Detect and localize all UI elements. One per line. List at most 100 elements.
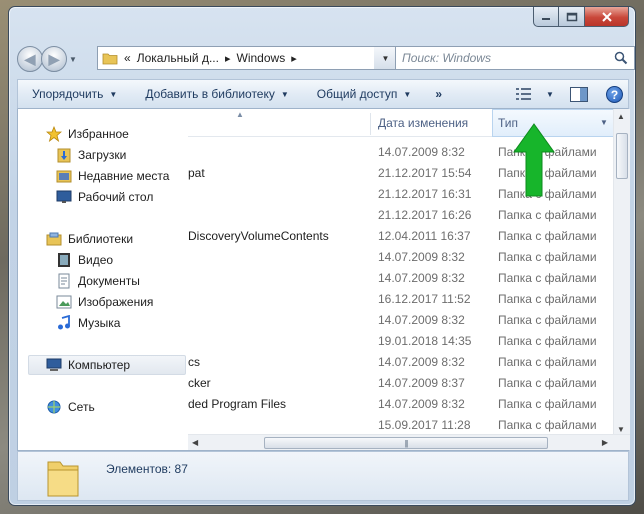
address-prefix[interactable]: «: [124, 51, 131, 65]
minimize-button[interactable]: [533, 7, 559, 27]
navigation-pane: Избранное Загрузки Недавние места Рабочи…: [18, 109, 188, 450]
large-folder-icon: [47, 461, 79, 497]
help-button[interactable]: ?: [606, 86, 623, 103]
caption-buttons: [533, 7, 629, 27]
history-dropdown[interactable]: ▼: [69, 55, 79, 64]
table-row[interactable]: 16.12.2017 11:52 Папка с файлами: [188, 289, 630, 310]
file-name: cker: [188, 376, 211, 390]
details-view-icon: [516, 88, 531, 100]
table-row[interactable]: 21.12.2017 16:26 Папка с файлами: [188, 205, 630, 226]
add-to-library-menu[interactable]: Добавить в библиотеку ▼: [145, 87, 288, 101]
close-icon: [601, 11, 612, 22]
search-input[interactable]: Поиск: Windows: [395, 46, 635, 70]
search-placeholder: Поиск: Windows: [402, 51, 491, 65]
table-row[interactable]: 21.12.2017 16:31 Папка с файлами: [188, 184, 630, 205]
organize-label: Упорядочить: [32, 87, 104, 101]
file-type: Папка с файлами: [498, 292, 597, 306]
file-date: 14.07.2009 8:32: [378, 355, 465, 369]
organize-menu[interactable]: Упорядочить ▼: [32, 87, 117, 101]
table-row[interactable]: ded Program Files 14.07.2009 8:32 Папка с …: [188, 394, 630, 415]
table-row[interactable]: 15.09.2017 11:28 Папка с файлами: [188, 415, 630, 436]
nav-recent-places[interactable]: Недавние места: [56, 168, 169, 184]
nav-pictures-label: Изображения: [78, 295, 154, 309]
maximize-button[interactable]: [559, 7, 585, 27]
preview-pane-icon[interactable]: [570, 87, 588, 102]
nav-desktop[interactable]: Рабочий стол: [56, 189, 153, 205]
items-count: Элементов: 87: [106, 462, 188, 476]
sort-indicator-icon: ▲: [236, 110, 244, 119]
file-type: Папка с файлами: [498, 229, 597, 243]
table-row[interactable]: 14.07.2009 8:32Папка с файлами: [188, 142, 630, 163]
breadcrumb-chevron-icon[interactable]: ▸: [225, 52, 231, 65]
nav-computer[interactable]: Компьютер: [46, 357, 130, 373]
file-date: 14.07.2009 8:32: [378, 313, 465, 327]
scroll-left-icon[interactable]: ◀: [192, 438, 198, 447]
search-icon[interactable]: [614, 51, 628, 65]
more-commands-button[interactable]: »: [435, 87, 442, 101]
file-list: ▲ Дата изменения Тип ▼ Р 14.07.2009 8:32…: [188, 109, 630, 450]
libraries-icon: [46, 231, 62, 247]
file-name: pat: [188, 166, 205, 180]
navigation-row: ◀ ▶ ▼ « Локальный д... ▸ Windows ▸ ▼ Пои…: [17, 45, 635, 73]
change-view-button[interactable]: ▼: [516, 87, 554, 101]
breadcrumb-local-disk[interactable]: Локальный д...: [137, 51, 219, 65]
scroll-up-icon[interactable]: ▲: [617, 112, 625, 121]
column-filter-dropdown-icon[interactable]: ▼: [600, 118, 608, 127]
nav-documents-label: Документы: [78, 274, 140, 288]
column-date-modified[interactable]: Дата изменения: [378, 116, 468, 130]
table-row[interactable]: cker 14.07.2009 8:37 Папка с файлами: [188, 373, 630, 394]
nav-downloads[interactable]: Загрузки: [56, 147, 126, 163]
close-button[interactable]: [585, 7, 629, 27]
chevron-down-icon: ▼: [280, 89, 289, 99]
horizontal-scrollbar[interactable]: ◀ ||| ▶: [188, 434, 630, 450]
breadcrumb-chevron-icon[interactable]: ▸: [291, 52, 297, 65]
nav-video[interactable]: Видео: [56, 252, 113, 268]
file-date: 21.12.2017 15:54: [378, 166, 472, 180]
table-row[interactable]: 14.07.2009 8:32 Папка с файлами: [188, 247, 630, 268]
vertical-scroll-thumb[interactable]: [616, 133, 628, 179]
column-divider[interactable]: [370, 113, 371, 135]
file-date: 14.07.2009 8:32: [378, 250, 465, 264]
nav-network-label: Сеть: [68, 400, 95, 414]
computer-icon: [46, 357, 62, 373]
back-button[interactable]: ◀: [17, 46, 43, 72]
nav-libraries[interactable]: Библиотеки: [46, 231, 133, 247]
table-row[interactable]: 14.07.2009 8:32Папка с файлами: [188, 268, 630, 289]
maximize-icon: [566, 12, 577, 21]
forward-button[interactable]: ▶: [41, 46, 67, 72]
share-label: Общий доступ: [316, 87, 398, 101]
file-date: 12.04.2011 16:37: [378, 229, 471, 243]
file-date: 15.09.2017 11:28: [378, 418, 471, 432]
share-menu[interactable]: Общий доступ ▼: [317, 87, 412, 101]
network-icon: [46, 399, 62, 415]
file-name: DiscoveryVolumeContents: [188, 229, 329, 243]
nav-network[interactable]: Сеть: [46, 399, 95, 415]
recent-places-icon: [56, 168, 72, 184]
documents-icon: [56, 273, 72, 289]
nav-music[interactable]: Музыка: [56, 315, 120, 331]
forward-arrow-icon: ▶: [48, 50, 60, 67]
command-bar: Упорядочить ▼ Добавить в библиотеку ▼ Об…: [17, 79, 629, 109]
explorer-window: ◀ ▶ ▼ « Локальный д... ▸ Windows ▸ ▼ Пои…: [8, 6, 636, 506]
add-to-library-label: Добавить в библиотеку: [145, 87, 275, 101]
nav-favorites[interactable]: Избранное: [46, 126, 129, 142]
file-type: Папка с файлами: [498, 271, 597, 285]
nav-documents[interactable]: Документы: [56, 273, 140, 289]
table-row[interactable]: 19.01.2018 14:35 Папка с файлами: [188, 331, 630, 352]
scroll-down-icon[interactable]: ▼: [617, 425, 625, 434]
horizontal-scroll-thumb[interactable]: |||: [264, 437, 548, 449]
table-row[interactable]: pat 21.12.2017 15:54 Папка с файлами: [188, 163, 630, 184]
file-date: 21.12.2017 16:26: [378, 208, 472, 222]
vertical-scrollbar[interactable]: ▲ ▼: [613, 109, 630, 437]
breadcrumb-windows[interactable]: Windows: [237, 51, 286, 65]
address-bar[interactable]: « Локальный д... ▸ Windows ▸: [97, 46, 396, 70]
file-type: Папка с файлами: [498, 208, 597, 222]
file-type: Папка с файлами: [498, 418, 597, 432]
table-row[interactable]: DiscoveryVolumeContents 12.04.2011 16:37 П…: [188, 226, 630, 247]
table-row[interactable]: cs 14.07.2009 8:32 Папка с файлами: [188, 352, 630, 373]
table-row[interactable]: 14.07.2009 8:32Папка с файлами: [188, 310, 630, 331]
file-type: Папка с файлами: [498, 250, 597, 264]
nav-pictures[interactable]: Изображения: [56, 294, 153, 310]
scroll-right-icon[interactable]: ▶: [602, 438, 608, 447]
file-type: Папка с файлами: [498, 334, 597, 348]
